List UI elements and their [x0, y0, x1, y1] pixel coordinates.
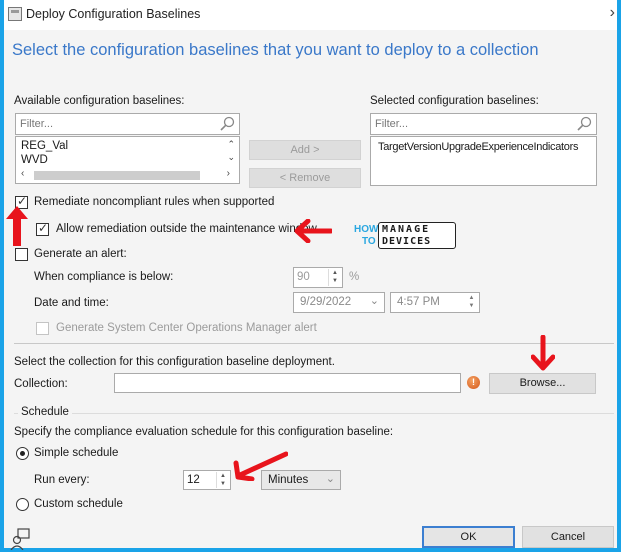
logo-how: HOW	[354, 224, 379, 235]
browse-button[interactable]: Browse...	[489, 373, 596, 394]
run-every-value[interactable]: 12	[187, 474, 200, 486]
user-feedback-icon[interactable]	[9, 528, 31, 550]
collection-input[interactable]	[114, 373, 461, 393]
logo-devices: DEVICES	[382, 236, 432, 247]
spinner-arrows-icon[interactable]: ▲ ▼	[465, 294, 478, 311]
chevron-down-icon[interactable]: ⌄	[370, 294, 379, 307]
list-item[interactable]: REG_Val	[21, 140, 68, 152]
alert-time-picker[interactable]: 4:57 PM ▲ ▼	[390, 292, 480, 313]
cancel-button[interactable]: Cancel	[522, 526, 614, 548]
search-icon[interactable]	[219, 116, 235, 132]
list-item[interactable]: TargetVersionUpgradeExperienceIndicators	[378, 141, 578, 153]
window-title: Deploy Configuration Baselines	[26, 7, 201, 21]
alert-date-value: 9/29/2022	[300, 296, 352, 308]
selected-baselines-label: Selected configuration baselines:	[370, 95, 539, 107]
run-every-spinner[interactable]: 12 ▲ ▼	[183, 470, 231, 490]
scom-alert-label: Generate System Center Operations Manage…	[56, 322, 317, 334]
selected-filter-placeholder: Filter...	[375, 118, 409, 130]
remediate-label: Remediate noncompliant rules when suppor…	[34, 196, 275, 208]
add-button[interactable]: Add >	[249, 140, 361, 160]
compliance-below-label: When compliance is below:	[34, 271, 174, 283]
howtomanagedevices-logo: HOW TO MANAGE DEVICES	[354, 222, 460, 250]
check-icon: ✓	[38, 221, 49, 235]
annotation-arrow-up-icon	[6, 206, 28, 246]
logo-to: TO	[362, 236, 376, 247]
deploy-configuration-baselines-dialog: Deploy Configuration Baselines › Select …	[4, 0, 617, 550]
custom-schedule-radio[interactable]	[16, 498, 29, 511]
schedule-group-border	[14, 413, 614, 414]
section-divider	[14, 343, 614, 344]
radio-selected-dot	[20, 451, 25, 456]
scrollbar-thumb[interactable]	[34, 171, 200, 180]
simple-schedule-radio[interactable]	[16, 447, 29, 460]
compliance-threshold-spinner[interactable]: 90 ▲ ▼	[293, 267, 343, 288]
alert-date-picker[interactable]: 9/29/2022 ⌄	[293, 292, 385, 313]
available-baselines-list[interactable]: REG_Val WVD ⌃ ⌄ ‹ ›	[15, 136, 240, 184]
selected-filter-input[interactable]: Filter...	[370, 113, 597, 135]
scroll-right-icon[interactable]: ›	[227, 168, 230, 179]
collection-instruction: Select the collection for this configura…	[14, 356, 335, 368]
list-item[interactable]: WVD	[21, 154, 48, 166]
search-icon[interactable]	[576, 116, 592, 132]
generate-alert-checkbox[interactable]	[15, 248, 28, 261]
scroll-down-icon[interactable]: ⌄	[227, 152, 235, 163]
page-heading: Select the configuration baselines that …	[12, 41, 539, 59]
scroll-up-icon[interactable]: ⌃	[227, 139, 235, 150]
selected-baselines-list[interactable]: TargetVersionUpgradeExperienceIndicators	[370, 136, 597, 186]
available-baselines-label: Available configuration baselines:	[14, 95, 185, 107]
schedule-instruction: Specify the compliance evaluation schedu…	[14, 426, 394, 438]
title-bar: Deploy Configuration Baselines ›	[4, 0, 617, 30]
simple-schedule-label: Simple schedule	[34, 447, 119, 459]
validation-error-icon: !	[467, 376, 480, 389]
spinner-arrows-icon[interactable]: ▲ ▼	[216, 472, 229, 488]
generate-alert-label: Generate an alert:	[34, 248, 127, 260]
available-filter-placeholder: Filter...	[20, 118, 54, 130]
ok-button[interactable]: OK	[422, 526, 515, 548]
close-icon[interactable]: ›	[610, 4, 615, 22]
allow-outside-window-label: Allow remediation outside the maintenanc…	[56, 223, 317, 235]
annotation-arrow-diagonal-icon	[233, 451, 288, 481]
available-filter-input[interactable]: Filter...	[15, 113, 240, 135]
logo-manage: MANAGE	[382, 224, 431, 235]
alert-time-value: 4:57 PM	[397, 296, 440, 308]
logo-box: MANAGE DEVICES	[378, 222, 456, 249]
allow-outside-window-checkbox[interactable]: ✓	[36, 221, 49, 236]
custom-schedule-label: Custom schedule	[34, 498, 123, 510]
chevron-down-icon[interactable]: ⌄	[326, 472, 335, 485]
date-time-label: Date and time:	[34, 297, 109, 309]
schedule-group-label: Schedule	[18, 406, 72, 418]
compliance-threshold-value: 90	[297, 271, 310, 283]
remove-button[interactable]: < Remove	[249, 168, 361, 188]
scom-alert-checkbox[interactable]	[36, 322, 49, 335]
spinner-arrows-icon[interactable]: ▲ ▼	[328, 269, 341, 286]
annotation-arrow-left-icon	[294, 219, 332, 243]
annotation-arrow-down-icon	[531, 335, 555, 371]
horizontal-scrollbar[interactable]: ‹ ›	[17, 168, 238, 182]
scroll-left-icon[interactable]: ‹	[21, 168, 24, 179]
percent-sign: %	[349, 271, 360, 283]
app-icon	[8, 7, 22, 21]
run-every-label: Run every:	[34, 474, 90, 486]
collection-label: Collection:	[14, 378, 68, 390]
